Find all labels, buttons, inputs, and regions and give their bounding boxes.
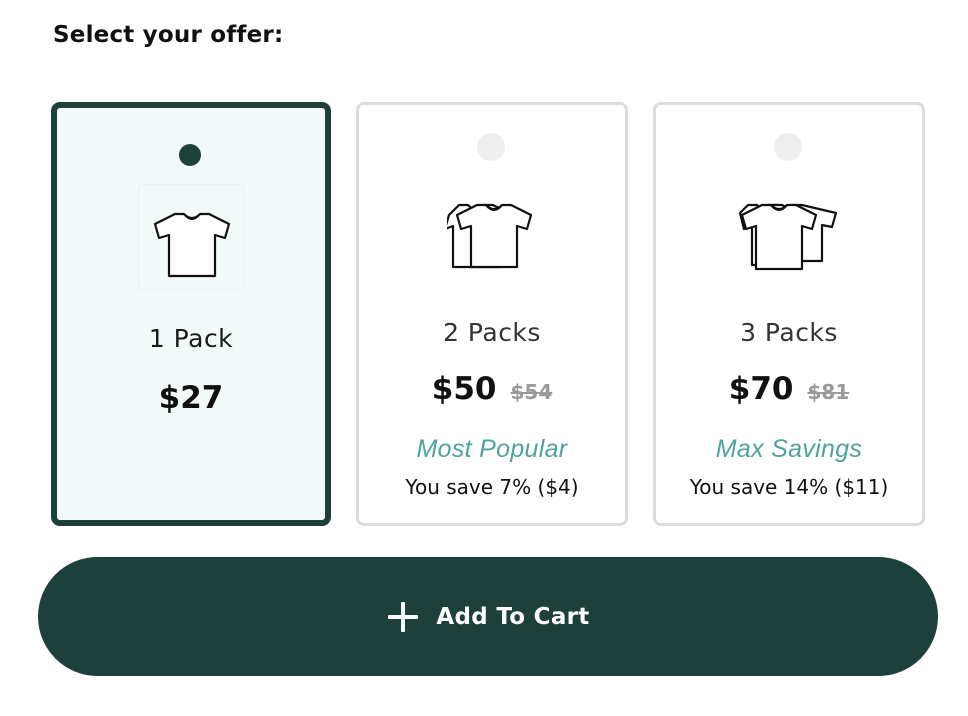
offer-card-3-packs[interactable]: 3 Packs $70 $81 Max Savings You save 14% …: [653, 102, 925, 526]
plus-icon: [386, 600, 420, 634]
radio-unselected-icon[interactable]: [774, 133, 802, 161]
pack-label: 2 Packs: [443, 318, 541, 347]
price: $50: [431, 371, 497, 407]
pack-label: 1 Pack: [148, 324, 234, 353]
offer-badge: Max Savings: [715, 435, 863, 463]
offer-cards: 1 Pack $27 2 Packs $50 $54 Most Popular Y…: [51, 102, 925, 527]
price-row: $70 $81: [656, 371, 922, 407]
add-to-cart-button[interactable]: Add To Cart: [38, 557, 938, 676]
savings-text: You save 14% ($11): [689, 475, 889, 499]
offer-badge: Most Popular: [416, 435, 568, 463]
price: $27: [158, 380, 224, 416]
pack-label: 3 Packs: [740, 318, 838, 347]
offer-card-2-packs[interactable]: 2 Packs $50 $54 Most Popular You save 7% …: [356, 102, 628, 526]
single-tshirt-icon: [153, 212, 231, 278]
offer-selector: Select your offer: 1 Pack $27 2 Packs $5…: [0, 0, 968, 716]
original-price: $54: [510, 380, 553, 404]
two-tshirts-icon: [447, 203, 533, 269]
offer-card-1-pack[interactable]: 1 Pack $27: [51, 102, 331, 526]
original-price: $81: [807, 380, 850, 404]
price-row: $50 $54: [359, 371, 625, 407]
three-tshirts-icon: [738, 203, 838, 271]
price-row: $27: [57, 380, 325, 416]
radio-unselected-icon[interactable]: [477, 133, 505, 161]
price: $70: [728, 371, 794, 407]
radio-selected-icon[interactable]: [179, 144, 201, 166]
savings-text: You save 7% ($4): [405, 475, 579, 499]
add-to-cart-label: Add To Cart: [436, 603, 590, 630]
offer-heading: Select your offer:: [53, 22, 284, 48]
